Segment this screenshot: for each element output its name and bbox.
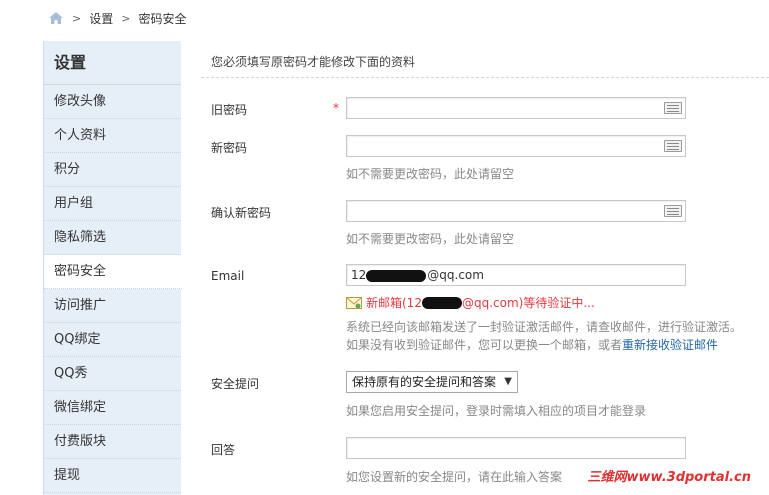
breadcrumb-settings[interactable]: 设置 (89, 10, 113, 27)
security-question-selected: 保持原有的安全提问和答案 (352, 375, 497, 389)
watermark: 三维网www.3dportal.cn (587, 470, 752, 485)
email-value: 12 @qq.com (351, 268, 484, 282)
security-question-label: 安全提问 (211, 377, 260, 391)
answer-hint: 如您设置新的安全提问，请在此输入答案 (346, 470, 563, 484)
email-label: Email (211, 269, 245, 283)
old-password-label: 旧密码 (211, 103, 248, 117)
new-password-input[interactable] (346, 135, 686, 157)
verify-message-line2: 如果没有收到验证邮件，您可以更换一个邮箱，或者重新接收验证邮件 (346, 338, 719, 352)
new-password-label: 新密码 (211, 141, 248, 155)
security-question-hint: 如果您启用安全提问，登录时需填入相应的项目才能登录 (346, 404, 647, 418)
security-question-select[interactable]: 保持原有的安全提问和答案 ▼ (346, 371, 518, 393)
redacted-text (421, 296, 462, 309)
sidebar-title: 设置 (44, 41, 181, 85)
sidebar-item-privacy[interactable]: 隐私筛选 (44, 221, 181, 255)
sidebar-item-avatar[interactable]: 修改头像 (44, 85, 181, 119)
answer-label: 回答 (211, 443, 236, 457)
password-security-form: 您必须填写原密码才能修改下面的资料 旧密码 * 新密码 如不需要更改密码，此处请… (181, 41, 769, 495)
keyboard-icon[interactable] (664, 140, 682, 152)
breadcrumb: > 设置 > 密码安全 (48, 9, 186, 27)
sidebar-item-paid-forums[interactable]: 付费版块 (44, 425, 181, 459)
sidebar-item-password-security[interactable]: 密码安全 (44, 255, 182, 289)
keyboard-icon[interactable] (664, 102, 682, 114)
confirm-password-input[interactable] (346, 200, 686, 222)
confirm-password-hint: 如不需要更改密码，此处请留空 (346, 232, 515, 246)
settings-sidebar: 设置 修改头像 个人资料 积分 用户组 隐私筛选 密码安全 访问推广 QQ绑定 … (43, 41, 182, 495)
sidebar-item-wechat-bind[interactable]: 微信绑定 (44, 391, 181, 425)
home-icon[interactable] (48, 11, 64, 25)
dropdown-arrow-icon: ▼ (504, 376, 512, 387)
divider (201, 77, 769, 78)
old-password-input[interactable] (346, 97, 686, 119)
required-mark: * (333, 101, 339, 115)
confirm-password-label: 确认新密码 (211, 206, 272, 220)
sidebar-item-qq-bind[interactable]: QQ绑定 (44, 323, 181, 357)
answer-input[interactable] (346, 437, 686, 459)
sidebar-item-withdraw[interactable]: 提现 (44, 459, 181, 493)
sidebar-item-credits[interactable]: 积分 (44, 153, 181, 187)
email-input[interactable]: 12 @qq.com (346, 264, 686, 286)
resend-verification-link[interactable]: 重新接收验证邮件 (622, 338, 718, 352)
sidebar-item-promotion[interactable]: 访问推广 (44, 289, 181, 323)
form-notice: 您必须填写原密码才能修改下面的资料 (211, 55, 416, 69)
envelope-icon (346, 296, 362, 309)
verify-message-line1: 系统已经向该邮箱发送了一封验证激活邮件，请查收邮件，进行验证激活。 (346, 320, 743, 334)
breadcrumb-password-security[interactable]: 密码安全 (138, 10, 186, 27)
sidebar-item-profile[interactable]: 个人资料 (44, 119, 181, 153)
breadcrumb-separator: > (121, 11, 131, 25)
new-password-hint: 如不需要更改密码，此处请留空 (346, 167, 515, 181)
sidebar-item-qq-show[interactable]: QQ秀 (44, 357, 181, 391)
breadcrumb-separator: > (72, 11, 82, 25)
sidebar-item-usergroup[interactable]: 用户组 (44, 187, 181, 221)
email-verify-status: 新邮箱(12 @qq.com)等待验证中... (346, 294, 595, 311)
redacted-text (366, 269, 427, 282)
keyboard-icon[interactable] (664, 205, 682, 217)
